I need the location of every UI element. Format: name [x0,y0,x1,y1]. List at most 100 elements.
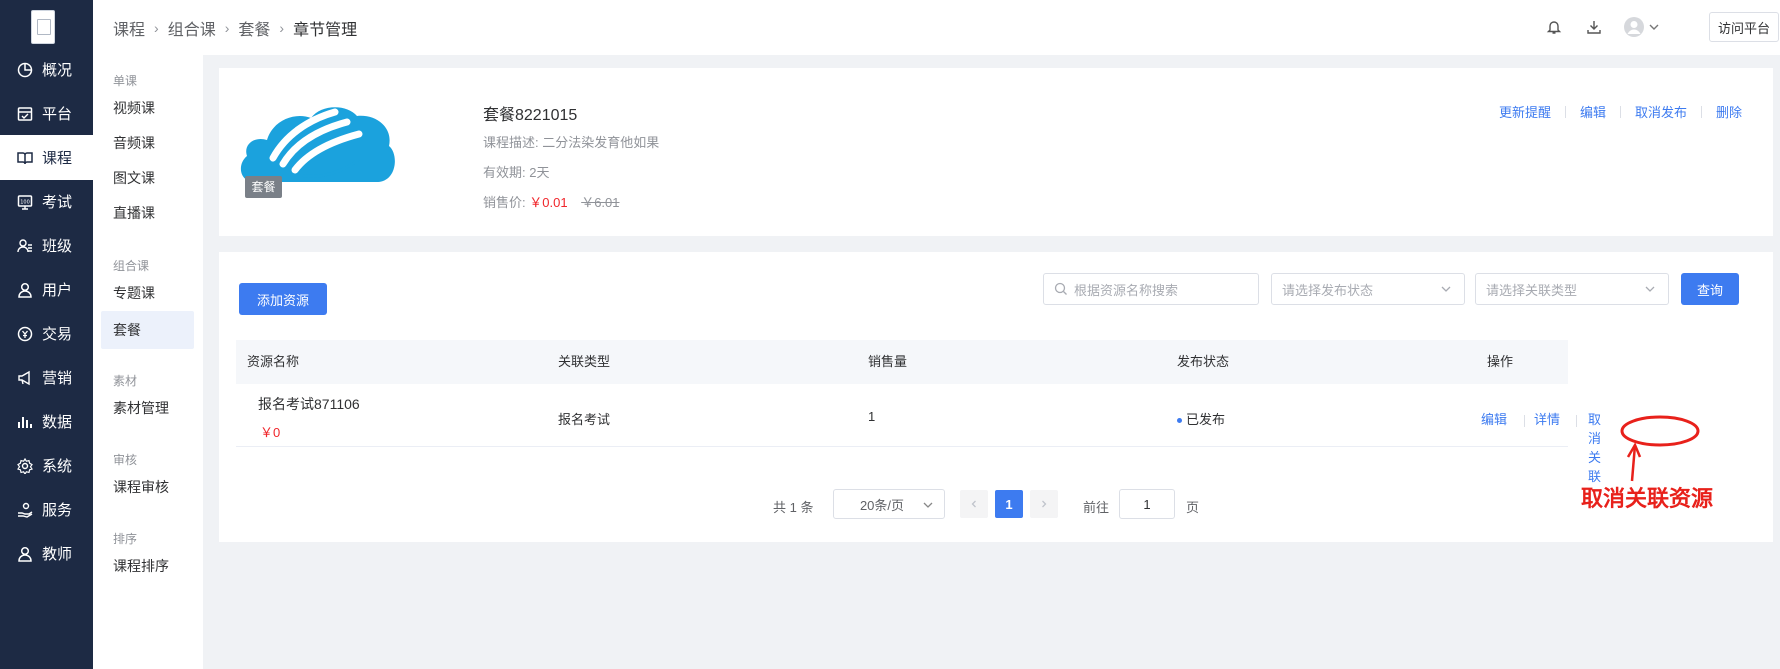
package-description: 课程描述: 二分法染发育他如果 [483,135,660,150]
nav-label: 数据 [42,414,73,431]
resource-price: ￥0 [260,425,281,440]
chevron-right-icon [1039,496,1049,512]
avatar-menu[interactable] [1623,17,1665,37]
breadcrumb-item[interactable]: 课程 [113,16,145,40]
submenu-group-title: 排序 [113,532,138,546]
edit-package-link[interactable]: 编辑 [1580,102,1606,121]
submenu-item-audio[interactable]: 音频课 [101,124,194,162]
edit-resource-link[interactable]: 编辑 [1481,409,1507,428]
annotation-ellipse-arrow [1620,415,1700,482]
submenu-group-title: 素材 [113,374,138,388]
status-dot [1177,418,1182,424]
submenu-item-package[interactable]: 套餐 [101,311,194,349]
pie-chart-icon [16,61,34,79]
resource-detail-link[interactable]: 详情 [1534,409,1560,428]
submenu-group-title: 单课 [113,74,138,88]
chevron-left-icon [969,496,979,512]
nav-label: 用户 [42,282,73,299]
app-logo[interactable] [31,10,55,44]
nav-item-overview[interactable]: 概况 [0,47,93,92]
nav-item-trade[interactable]: 交易 [0,311,93,356]
nav-item-teacher[interactable]: 教师 [0,531,93,576]
bell-icon[interactable] [1544,17,1564,37]
nav-label: 交易 [42,326,73,343]
nav-item-data[interactable]: 数据 [0,399,93,444]
nav-item-platform[interactable]: 平台 [0,91,93,136]
prev-page-button[interactable] [960,490,988,518]
chevron-down-icon [922,498,934,514]
sale-price: ￥0.01 [529,195,568,210]
course-submenu: 单课 视频课 音频课 图文课 直播课 组合课 专题课 套餐 素材 素材管理 审核… [93,55,203,669]
goto-page-value: 1 [1143,496,1151,512]
search-placeholder: 根据资源名称搜索 [1074,282,1179,298]
annotation-label: 取消关联资源 [1581,486,1714,512]
sales-count: 1 [868,409,876,424]
submenu-item-article[interactable]: 图文课 [101,159,194,197]
visit-platform-button[interactable]: 访问平台 [1709,12,1779,42]
divider [1701,105,1703,118]
package-actions: 更新提醒 编辑 取消发布 删除 [1499,102,1742,121]
nav-label: 平台 [42,106,73,123]
package-cover-image [237,98,397,186]
unlink-resource-link[interactable]: 取消关联 [1588,409,1601,485]
nav-item-course[interactable]: 课程 [0,135,93,180]
query-button[interactable]: 查询 [1681,273,1739,305]
chevron-right-icon: › [224,19,230,36]
column-header: 资源名称 [247,354,300,369]
price-label: 销售价: [483,195,526,210]
unpublish-link[interactable]: 取消发布 [1635,102,1687,121]
nav-item-system[interactable]: 系统 [0,443,93,488]
nav-item-class[interactable]: 班级 [0,223,93,268]
resource-name: 报名考试871106 [258,396,360,412]
nav-label: 教师 [42,546,73,563]
submenu-item-sort[interactable]: 课程排序 [101,547,194,585]
page-size-value: 20条/页 [859,497,905,513]
submenu-item-topic[interactable]: 专题课 [101,274,194,312]
update-reminder-link[interactable]: 更新提醒 [1499,102,1551,121]
column-header: 发布状态 [1177,354,1230,369]
submenu-item-review[interactable]: 课程审核 [101,468,194,506]
package-info-card: 套餐 套餐8221015 课程描述: 二分法染发育他如果 有效期: 2天 销售价… [219,68,1773,236]
submenu-item-materials[interactable]: 素材管理 [101,389,194,427]
cover-type-tag: 套餐 [245,176,282,198]
download-icon[interactable] [1584,17,1604,37]
publish-status-select[interactable]: 请选择发布状态 [1271,273,1465,305]
table-header: 资源名称 关联类型 销售量 发布状态 操作 [236,340,1568,384]
add-resource-button[interactable]: 添加资源 [239,283,327,315]
breadcrumb-item[interactable]: 套餐 [238,16,270,40]
chevron-right-icon: › [154,19,159,36]
column-header: 操作 [1487,354,1514,369]
package-price-line: 销售价: ￥0.01 ￥6.01 [483,192,620,211]
submenu-item-video[interactable]: 视频课 [101,89,194,127]
package-validity: 有效期: 2天 [483,165,550,180]
pagination-total: 共 1 条 [773,500,814,515]
relation-type: 报名考试 [558,412,611,427]
next-page-button[interactable] [1030,490,1058,518]
search-icon [1054,282,1068,299]
search-input[interactable]: 根据资源名称搜索 [1043,273,1259,305]
divider [1620,105,1622,118]
svg-text:100: 100 [20,199,30,205]
page-suffix: 页 [1186,500,1200,515]
page-size-select[interactable]: 20条/页 [833,489,945,519]
class-group-icon [16,237,34,255]
delete-package-link[interactable]: 删除 [1716,102,1742,121]
nav-item-exam[interactable]: 100 考试 [0,179,93,224]
type-placeholder: 请选择关联类型 [1486,282,1578,298]
breadcrumb-item[interactable]: 组合课 [168,16,216,40]
nav-label: 班级 [42,238,73,255]
resource-card: 添加资源 根据资源名称搜索 请选择发布状态 请选择关联类型 查询 资源名称 关联… [219,252,1773,542]
submenu-item-live[interactable]: 直播课 [101,194,194,232]
nav-item-user[interactable]: 用户 [0,267,93,312]
page-number-current[interactable]: 1 [995,490,1023,518]
nav-label: 服务 [42,502,73,519]
nav-item-marketing[interactable]: 营销 [0,355,93,400]
coin-icon [16,325,34,343]
relation-type-select[interactable]: 请选择关联类型 [1475,273,1669,305]
main-nav: 概况 平台 课程 100 考试 班级 用户 交易 营销 数据 系统 服务 教师 [0,0,93,669]
nav-item-service[interactable]: 服务 [0,487,93,532]
nav-label: 课程 [42,150,73,167]
goto-page-input[interactable]: 1 [1119,489,1175,519]
status-text: 已发布 [1186,412,1226,427]
nav-label: 概况 [42,62,73,79]
